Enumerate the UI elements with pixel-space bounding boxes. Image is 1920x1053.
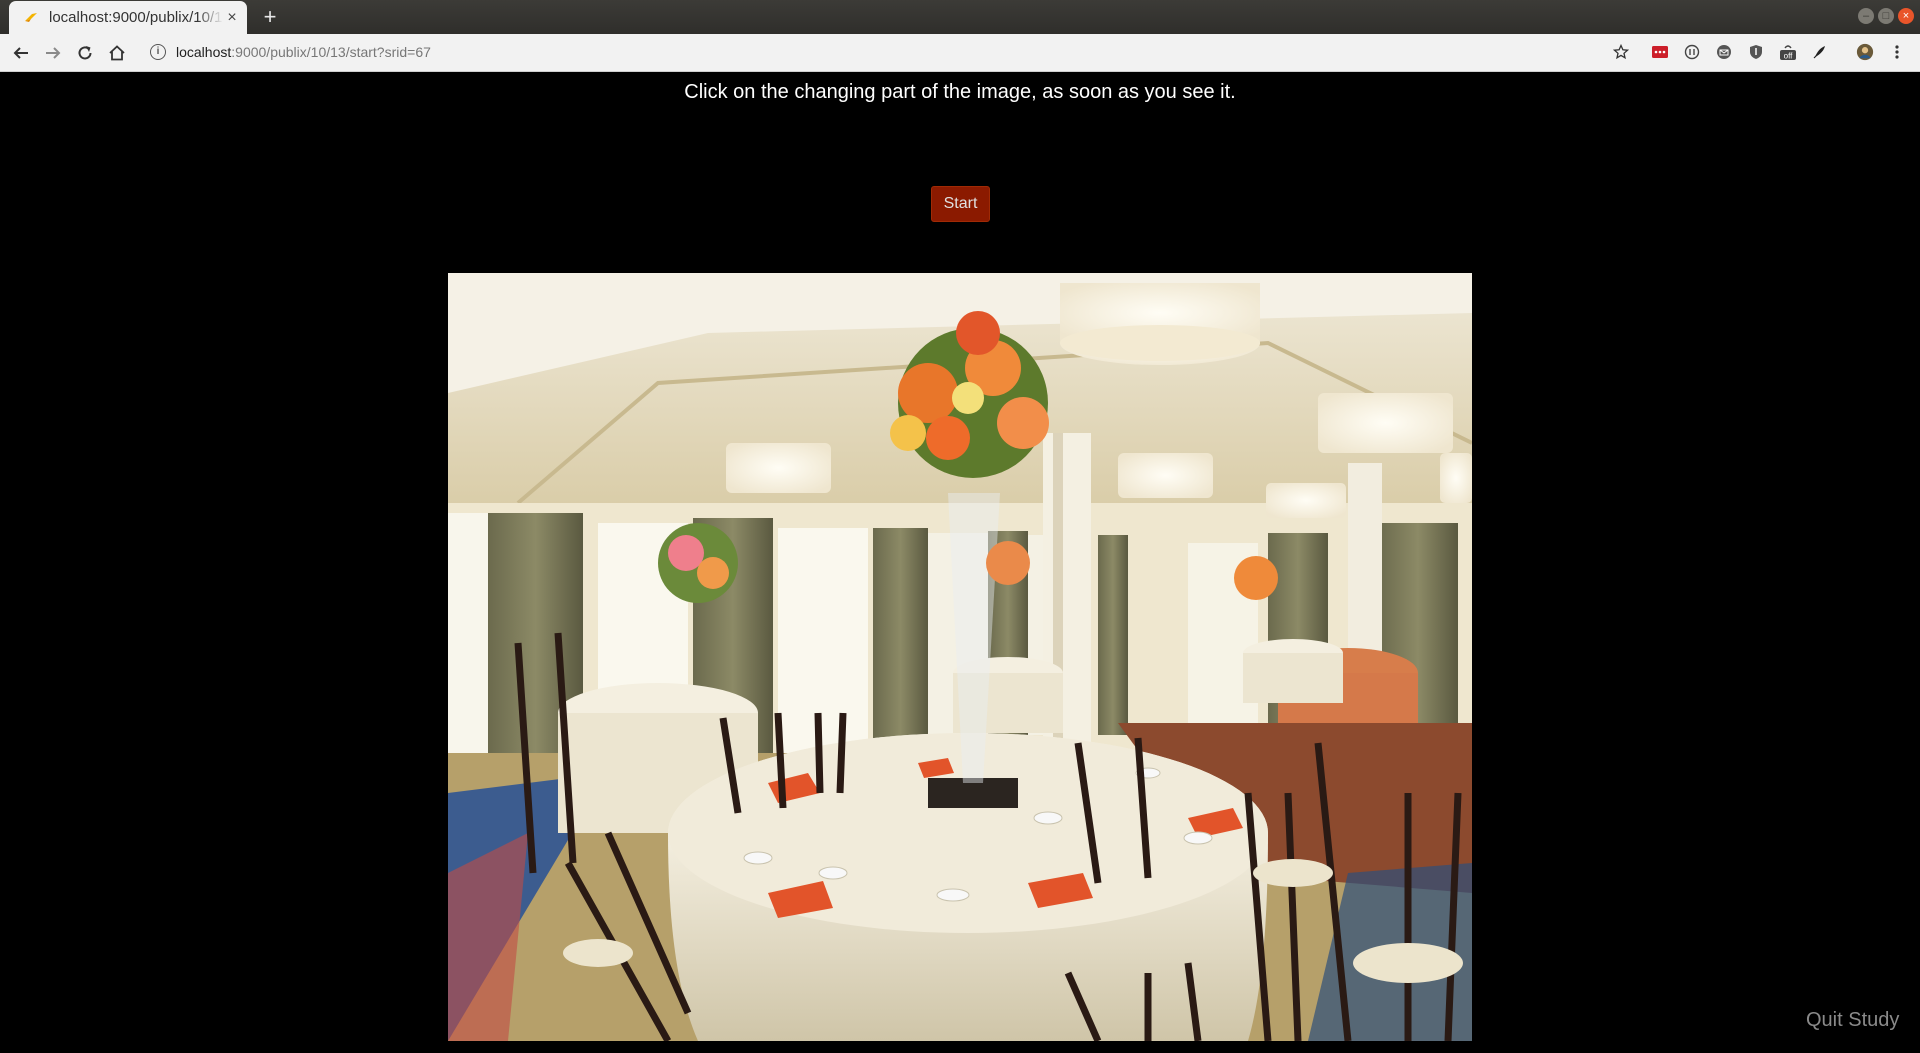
back-button[interactable] [8, 40, 34, 66]
menu-icon[interactable] [1888, 43, 1906, 61]
instruction-text: Click on the changing part of the image,… [684, 81, 1236, 103]
close-tab-icon[interactable]: × [223, 9, 241, 27]
shield-ext-icon[interactable] [1747, 43, 1765, 61]
banquet-hall-photo[interactable] [448, 273, 1472, 1041]
mail-ext-icon[interactable] [1715, 43, 1733, 61]
feather-ext-icon[interactable] [1811, 43, 1829, 61]
forward-button[interactable] [40, 40, 66, 66]
photo-illustration [448, 273, 1472, 1041]
favicon-icon [23, 10, 39, 26]
browser-toolbar: i localhost:9000/publix/10/13/start?srid… [0, 34, 1920, 72]
quit-study-link[interactable]: Quit Study [1806, 1009, 1899, 1032]
address-bar[interactable]: i localhost:9000/publix/10/13/start?srid… [140, 38, 1640, 66]
back-arrow-icon [13, 47, 28, 59]
start-button[interactable]: Start [931, 186, 990, 222]
lastpass-icon[interactable] [1651, 43, 1669, 61]
off-ext-icon[interactable]: off [1779, 43, 1797, 61]
tab-title: localhost:9000/publix/10/13/start?srid=6… [49, 9, 223, 26]
minimize-button[interactable]: – [1858, 8, 1874, 24]
home-button[interactable] [104, 40, 130, 66]
close-window-button[interactable]: × [1898, 8, 1914, 24]
reload-icon [78, 46, 92, 60]
avatar[interactable] [1856, 43, 1874, 61]
forward-arrow-icon [46, 47, 61, 59]
reload-button[interactable] [72, 40, 98, 66]
tab-strip: localhost:9000/publix/10/13/start?srid=6… [0, 0, 1920, 34]
url-text: localhost:9000/publix/10/13/start?srid=6… [176, 44, 431, 60]
circle-ext-icon[interactable] [1683, 43, 1701, 61]
info-icon[interactable]: i [150, 44, 166, 60]
maximize-button[interactable]: □ [1878, 8, 1894, 24]
browser-tab[interactable]: localhost:9000/publix/10/13/start?srid=6… [9, 1, 247, 34]
svg-text:off: off [1784, 52, 1794, 61]
star-icon[interactable] [1612, 43, 1630, 61]
home-icon [109, 45, 125, 61]
new-tab-button[interactable]: + [258, 5, 282, 29]
